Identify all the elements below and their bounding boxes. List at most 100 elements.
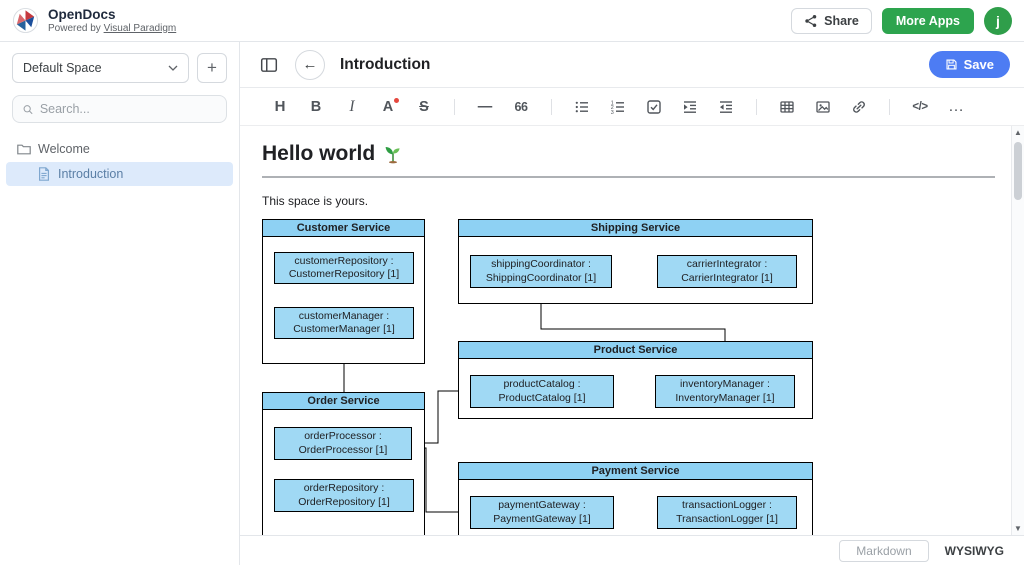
member-paymentGateway[interactable]: paymentGateway :PaymentGateway [1] bbox=[470, 496, 614, 529]
member-type: CustomerRepository [1] bbox=[289, 268, 399, 281]
search-input[interactable] bbox=[40, 102, 217, 116]
doc-header: ← Introduction Save bbox=[240, 42, 1024, 88]
member-customerManager[interactable]: customerManager :CustomerManager [1] bbox=[274, 307, 414, 339]
font-color-button[interactable]: A bbox=[376, 95, 400, 119]
member-transactionLogger[interactable]: transactionLogger :TransactionLogger [1] bbox=[657, 496, 797, 529]
toolbar-divider bbox=[756, 99, 757, 115]
ordered-list-button[interactable]: 123 bbox=[606, 95, 630, 119]
indent-button[interactable] bbox=[678, 95, 702, 119]
share-label: Share bbox=[824, 14, 859, 28]
member-name: paymentGateway : bbox=[498, 499, 586, 512]
toggle-sidebar-button[interactable] bbox=[254, 50, 284, 80]
more-apps-button[interactable]: More Apps bbox=[882, 8, 974, 34]
app-header: OpenDocs Powered by Visual Paradigm Shar… bbox=[0, 0, 1024, 42]
member-name: transactionLogger : bbox=[682, 499, 772, 512]
service-title: Customer Service bbox=[263, 220, 424, 237]
brand-text: OpenDocs Powered by Visual Paradigm bbox=[48, 7, 176, 34]
avatar[interactable]: j bbox=[984, 7, 1012, 35]
scroll-up-arrow[interactable]: ▲ bbox=[1012, 128, 1024, 137]
service-order-service[interactable]: Order Service bbox=[262, 392, 425, 535]
scrollbar-thumb[interactable] bbox=[1014, 142, 1022, 200]
intro-text: This space is yours. bbox=[262, 194, 988, 208]
member-name: carrierIntegrator : bbox=[687, 258, 768, 271]
chevron-down-icon bbox=[168, 65, 178, 71]
member-orderProcessor[interactable]: orderProcessor :OrderProcessor [1] bbox=[274, 427, 412, 460]
share-icon bbox=[804, 14, 818, 28]
editor-content[interactable]: Hello world This space is yours. Custome… bbox=[240, 126, 1024, 535]
save-label: Save bbox=[964, 57, 994, 72]
member-customerRepository[interactable]: customerRepository :CustomerRepository [… bbox=[274, 252, 414, 284]
service-title: Payment Service bbox=[459, 463, 812, 480]
back-arrow-icon: ← bbox=[303, 56, 318, 73]
image-button[interactable] bbox=[811, 95, 835, 119]
bullet-list-button[interactable] bbox=[570, 95, 594, 119]
task-list-icon bbox=[646, 99, 662, 115]
uml-diagram[interactable]: Customer ServiceShipping ServiceProduct … bbox=[262, 219, 815, 535]
heading-button[interactable]: H bbox=[268, 95, 292, 119]
member-name: inventoryManager : bbox=[680, 378, 770, 391]
more-button[interactable]: … bbox=[944, 95, 968, 119]
service-customer-service[interactable]: Customer Service bbox=[262, 219, 425, 364]
toolbar-divider bbox=[889, 99, 890, 115]
strikethrough-button[interactable]: S bbox=[412, 95, 436, 119]
bold-button[interactable]: B bbox=[304, 95, 328, 119]
powered-by: Powered by Visual Paradigm bbox=[48, 23, 176, 35]
code-button[interactable]: </> bbox=[908, 95, 932, 119]
sidebar-item-introduction[interactable]: Introduction bbox=[6, 162, 233, 186]
member-name: orderProcessor : bbox=[304, 430, 382, 443]
member-shippingCoordinator[interactable]: shippingCoordinator :ShippingCoordinator… bbox=[470, 255, 612, 288]
member-type: ProductCatalog [1] bbox=[499, 392, 586, 405]
document-icon bbox=[36, 166, 52, 182]
image-icon bbox=[815, 99, 831, 115]
task-list-button[interactable] bbox=[642, 95, 666, 119]
bullet-list-icon bbox=[574, 99, 590, 115]
visual-paradigm-link[interactable]: Visual Paradigm bbox=[104, 23, 177, 34]
markdown-mode-button[interactable]: Markdown bbox=[839, 540, 928, 562]
tree-item-label: Welcome bbox=[38, 142, 90, 156]
app-name: OpenDocs bbox=[48, 7, 176, 23]
sidebar-item-welcome[interactable]: Welcome bbox=[6, 137, 233, 161]
opendocs-logo-icon bbox=[12, 7, 39, 34]
toolbar-divider bbox=[454, 99, 455, 115]
panel-icon bbox=[260, 56, 278, 74]
svg-text:3: 3 bbox=[611, 109, 614, 114]
doc-heading: Hello world bbox=[262, 142, 988, 166]
ordered-list-icon: 123 bbox=[610, 99, 626, 115]
member-type: OrderRepository [1] bbox=[298, 496, 390, 509]
member-type: InventoryManager [1] bbox=[675, 392, 774, 405]
member-name: productCatalog : bbox=[503, 378, 580, 391]
italic-button[interactable]: I bbox=[340, 95, 364, 119]
member-name: customerRepository : bbox=[294, 255, 393, 268]
space-selector[interactable]: Default Space bbox=[12, 53, 189, 83]
member-name: customerManager : bbox=[299, 310, 389, 323]
table-icon bbox=[779, 99, 795, 115]
member-orderRepository[interactable]: orderRepository :OrderRepository [1] bbox=[274, 479, 414, 512]
search-icon bbox=[22, 103, 34, 116]
back-button[interactable]: ← bbox=[295, 50, 325, 80]
blockquote-button[interactable]: 66 bbox=[509, 95, 533, 119]
outdent-icon bbox=[718, 99, 734, 115]
scroll-down-arrow[interactable]: ▼ bbox=[1012, 524, 1024, 533]
search-box[interactable] bbox=[12, 95, 227, 123]
powered-by-prefix: Powered by bbox=[48, 23, 101, 34]
share-button[interactable]: Share bbox=[791, 8, 872, 34]
link-button[interactable] bbox=[847, 95, 871, 119]
page-title: Introduction bbox=[340, 56, 430, 74]
vertical-scrollbar[interactable]: ▲ ▼ bbox=[1011, 126, 1024, 535]
member-type: TransactionLogger [1] bbox=[676, 513, 778, 526]
member-carrierIntegrator[interactable]: carrierIntegrator :CarrierIntegrator [1] bbox=[657, 255, 797, 288]
save-button[interactable]: Save bbox=[929, 51, 1010, 78]
member-inventoryManager[interactable]: inventoryManager :InventoryManager [1] bbox=[655, 375, 795, 408]
folder-icon bbox=[16, 141, 32, 157]
table-button[interactable] bbox=[775, 95, 799, 119]
mode-bar: Markdown WYSIWYG bbox=[240, 535, 1024, 565]
space-selector-value: Default Space bbox=[23, 61, 102, 75]
link-icon bbox=[851, 99, 867, 115]
wysiwyg-mode-button[interactable]: WYSIWYG bbox=[945, 544, 1004, 558]
add-page-button[interactable]: + bbox=[197, 53, 227, 83]
outdent-button[interactable] bbox=[714, 95, 738, 119]
horizontal-rule-button[interactable]: — bbox=[473, 95, 497, 119]
save-icon bbox=[945, 58, 958, 71]
member-productCatalog[interactable]: productCatalog :ProductCatalog [1] bbox=[470, 375, 614, 408]
color-indicator-dot bbox=[394, 98, 399, 103]
